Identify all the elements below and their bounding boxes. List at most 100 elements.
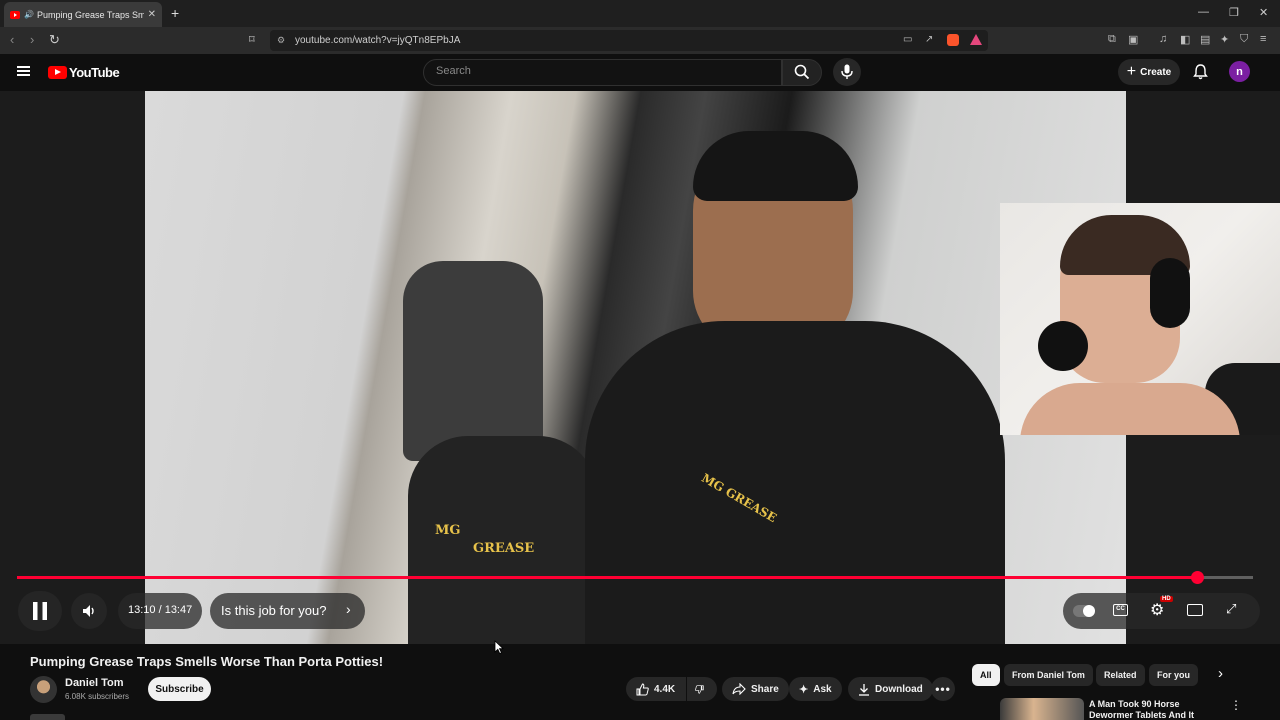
- leo-ai-icon[interactable]: ✦: [1220, 33, 1229, 46]
- play-pause-button[interactable]: [18, 591, 62, 631]
- speaker-icon[interactable]: 🔊: [24, 10, 34, 19]
- browser-tab[interactable]: 🔊 Pumping Grease Traps Smells ✕: [4, 2, 162, 27]
- hoodie-logo-grease: GREASE: [473, 541, 535, 556]
- microphone: [1038, 321, 1088, 371]
- channel-avatar[interactable]: [30, 676, 57, 703]
- mouse-cursor-icon: [494, 640, 504, 654]
- webcam-overlay: [1000, 203, 1280, 435]
- share-label: Share: [751, 683, 779, 695]
- mute-button[interactable]: [71, 593, 107, 629]
- video-title: Pumping Grease Traps Smells Worse Than P…: [30, 654, 384, 669]
- youtube-logo[interactable]: YouTube: [48, 65, 120, 80]
- more-actions-button[interactable]: •••: [931, 677, 955, 701]
- worker-figure: [403, 261, 543, 461]
- youtube-play-icon: [48, 66, 67, 79]
- chip-all[interactable]: All: [972, 664, 1000, 686]
- sparkle-icon: ✦: [799, 683, 809, 696]
- bookmark-icon[interactable]: ⌑: [249, 33, 255, 46]
- fullscreen-icon[interactable]: ⤢: [1226, 601, 1236, 617]
- cast-icon[interactable]: ▭: [903, 34, 912, 45]
- share-icon: [732, 683, 746, 695]
- recommendation-more-icon[interactable]: ⋮: [1230, 698, 1242, 712]
- notifications-bell-icon[interactable]: [1193, 64, 1208, 80]
- back-icon[interactable]: ‹: [10, 32, 14, 47]
- hd-badge: HD: [1160, 596, 1173, 602]
- streamer-shoulders: [1020, 383, 1240, 435]
- create-label: Create: [1140, 66, 1172, 78]
- download-icon: [859, 683, 869, 696]
- close-window-icon[interactable]: ✕: [1259, 6, 1268, 19]
- close-tab-icon[interactable]: ✕: [148, 9, 156, 20]
- like-button[interactable]: 4.4K: [626, 677, 686, 701]
- captions-icon[interactable]: CC: [1113, 604, 1128, 616]
- ask-label: Ask: [813, 683, 832, 695]
- download-button[interactable]: Download: [848, 677, 933, 701]
- youtube-header: YouTube + Create n: [0, 54, 1280, 91]
- create-button[interactable]: + Create: [1118, 59, 1180, 85]
- plus-icon: +: [1126, 63, 1137, 80]
- chapter-title: Is this job for you?: [221, 603, 327, 618]
- search-button[interactable]: [782, 59, 822, 86]
- progress-scrubber[interactable]: [1191, 571, 1205, 584]
- vpn-icon[interactable]: ⛉: [1240, 33, 1248, 46]
- progress-bar[interactable]: [17, 571, 1253, 584]
- user-avatar[interactable]: n: [1229, 61, 1250, 82]
- thumbs-down-icon: [695, 684, 704, 694]
- time-display: 13:10 / 13:47: [128, 604, 193, 616]
- ask-button[interactable]: ✦ Ask: [789, 677, 842, 701]
- music-icon[interactable]: ♫: [1159, 33, 1167, 45]
- volume-icon: [83, 605, 94, 617]
- worker-hoodie-back: [408, 436, 598, 644]
- chevron-right-icon: ›: [346, 601, 351, 617]
- menu-icon[interactable]: ≡: [1260, 33, 1266, 45]
- forward-icon[interactable]: ›: [30, 32, 34, 47]
- voice-search-button[interactable]: [833, 58, 861, 86]
- chip-related[interactable]: Related: [1096, 664, 1145, 686]
- thumbs-up-icon: [636, 682, 649, 695]
- recommendation-title[interactable]: A Man Took 90 Horse Dewormer Tablets And…: [1089, 699, 1219, 720]
- presenter-hoodie: [585, 321, 1005, 644]
- progress-fill: [17, 576, 1198, 579]
- video-frame[interactable]: MG GREASE MG GREASE: [145, 91, 1126, 644]
- theater-mode-icon[interactable]: [1187, 604, 1203, 616]
- chip-from-channel[interactable]: From Daniel Tom: [1004, 664, 1093, 686]
- extensions-icon[interactable]: ⧉: [1108, 33, 1116, 46]
- more-horizontal-icon: •••: [935, 682, 951, 696]
- chips-next-icon[interactable]: ›: [1218, 665, 1223, 682]
- channel-subscriber-count: 6.08K subscribers: [65, 692, 130, 701]
- browser-tab-bar: 🔊 Pumping Grease Traps Smells ✕ + — ❐ ✕: [0, 0, 1280, 27]
- search-field[interactable]: [423, 59, 782, 86]
- subscribe-button[interactable]: Subscribe: [148, 677, 211, 701]
- site-info-icon[interactable]: ⚙: [277, 35, 285, 46]
- wallet-icon[interactable]: ▣: [1128, 33, 1138, 46]
- share-page-icon[interactable]: ↗: [925, 34, 933, 45]
- share-button[interactable]: Share: [722, 677, 789, 701]
- channel-name[interactable]: Daniel Tom: [65, 677, 123, 689]
- chip-for-you[interactable]: For you: [1149, 664, 1198, 686]
- wallet-card-icon[interactable]: ▤: [1200, 33, 1210, 46]
- tab-title: Pumping Grease Traps Smells: [36, 9, 144, 20]
- dislike-button[interactable]: [687, 677, 717, 701]
- new-tab-button[interactable]: +: [171, 5, 179, 21]
- hamburger-menu-icon[interactable]: [17, 66, 30, 76]
- search-icon: [794, 64, 810, 80]
- autoplay-toggle[interactable]: [1073, 605, 1095, 617]
- reload-icon[interactable]: ↻: [49, 32, 60, 48]
- minimize-icon[interactable]: —: [1198, 6, 1209, 18]
- video-player[interactable]: MG GREASE MG GREASE 13:10 / 13:47 Is thi…: [0, 91, 1280, 644]
- recommendation-thumbnail[interactable]: [1000, 698, 1084, 720]
- download-label: Download: [875, 683, 923, 695]
- logo-text: YouTube: [69, 65, 120, 80]
- settings-icon[interactable]: ⚙: [1150, 600, 1164, 620]
- pause-icon: [33, 602, 47, 620]
- search-input[interactable]: [436, 65, 766, 77]
- headphones: [1150, 258, 1190, 328]
- hoodie-logo-mg: MG: [435, 523, 461, 538]
- sidebar-toggle-icon[interactable]: ◧: [1180, 33, 1190, 46]
- restore-icon[interactable]: ❐: [1229, 6, 1239, 19]
- rewards-icon[interactable]: [970, 34, 982, 45]
- brave-shield-icon[interactable]: [947, 34, 959, 46]
- youtube-favicon-icon: [10, 10, 20, 19]
- url-field[interactable]: ⚙ youtube.com/watch?v=jyQTn8EPbJA ▭ ↗: [270, 30, 988, 51]
- scroll-content-edge: [30, 714, 65, 720]
